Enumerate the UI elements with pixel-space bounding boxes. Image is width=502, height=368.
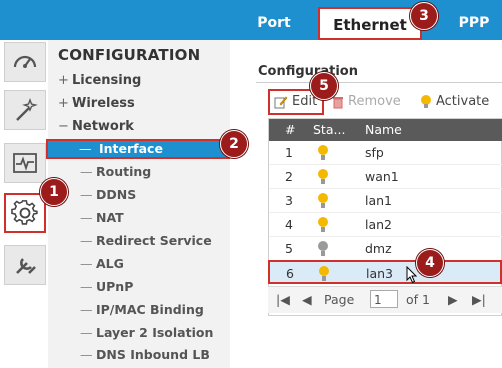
configuration-icon <box>11 200 38 225</box>
table-row-selected[interactable]: 6 lan3 <box>268 260 502 284</box>
row-number: 2 <box>285 169 293 184</box>
maintenance-button[interactable] <box>4 245 46 285</box>
tab-ppp[interactable]: PPP <box>446 0 502 40</box>
remove-label: Remove <box>348 94 401 109</box>
callout-badge: 1 <box>40 178 68 206</box>
section-divider <box>256 82 502 83</box>
remove-button[interactable]: Remove <box>332 90 401 114</box>
next-page-icon[interactable]: ▶ <box>448 292 458 307</box>
column-header-status[interactable]: Sta... <box>313 122 345 137</box>
callout-badge: 2 <box>220 130 248 158</box>
row-number: 5 <box>285 241 293 256</box>
table-row[interactable]: 3 lan1 <box>269 189 502 213</box>
nav-title: CONFIGURATION <box>58 46 201 64</box>
nav-subitem-label: Interface <box>99 141 163 156</box>
monitor-button[interactable] <box>4 143 46 183</box>
dashboard-button[interactable] <box>4 42 46 82</box>
table-header: # Sta... Name <box>269 119 502 141</box>
nav-item-label: Network <box>72 119 134 134</box>
nav-subitem-nat[interactable]: — NAT <box>80 210 124 225</box>
status-on-icon <box>318 145 328 160</box>
nav-item-label: Licensing <box>72 73 142 88</box>
tree-dash: — <box>79 141 92 156</box>
status-on-icon <box>318 193 328 208</box>
nav-item-label: Wireless <box>72 96 135 111</box>
dashboard-icon <box>13 55 37 68</box>
table-row[interactable]: 2 wan1 <box>269 165 502 189</box>
activate-button[interactable]: Activate <box>420 90 489 114</box>
expand-icon: + <box>58 73 69 88</box>
edit-icon <box>274 96 288 109</box>
row-name: lan2 <box>365 217 393 232</box>
configuration-button[interactable] <box>4 193 46 233</box>
table-row[interactable]: 1 sfp <box>269 141 502 165</box>
nav-subitem-redirect-service[interactable]: — Redirect Service <box>80 233 212 248</box>
mouse-cursor-icon <box>406 266 418 284</box>
page-count-label: of 1 <box>406 292 430 307</box>
status-on-icon <box>318 169 328 184</box>
tab-ethernet[interactable]: Ethernet <box>318 7 422 40</box>
row-name: sfp <box>365 145 384 160</box>
status-on-icon <box>318 217 328 232</box>
table-pager: |◀ ◀ Page 1 of 1 ▶ ▶| <box>268 286 502 313</box>
nav-item-licensing[interactable]: + Licensing <box>58 73 141 88</box>
monitor-icon <box>13 153 37 173</box>
column-header-num[interactable]: # <box>285 122 295 137</box>
expand-icon: + <box>58 96 69 111</box>
prev-page-icon[interactable]: ◀ <box>302 292 312 307</box>
nav-subitem-interface[interactable]: — Interface <box>46 139 236 159</box>
row-name: wan1 <box>365 169 399 184</box>
nav-subitem-alg[interactable]: — ALG <box>80 256 124 271</box>
section-title: Configuration <box>258 64 358 79</box>
nav-subitem-routing[interactable]: — Routing <box>80 164 151 179</box>
row-name: lan1 <box>365 193 393 208</box>
row-number: 6 <box>286 266 294 281</box>
lightbulb-icon <box>421 95 431 108</box>
tab-port[interactable]: Port <box>244 0 304 40</box>
wizard-button[interactable] <box>4 90 46 130</box>
status-off-icon <box>318 241 328 256</box>
page-number-input[interactable]: 1 <box>370 290 398 308</box>
nav-subitem-layer2-isolation[interactable]: — Layer 2 Isolation <box>80 325 213 340</box>
page-label: Page <box>324 292 355 307</box>
panel-divider <box>230 40 248 368</box>
nav-item-network[interactable]: − Network <box>58 119 134 134</box>
row-name: dmz <box>365 241 392 256</box>
activate-label: Activate <box>436 94 490 109</box>
column-header-name[interactable]: Name <box>365 122 402 137</box>
callout-badge: 4 <box>416 249 444 277</box>
callout-badge: 5 <box>310 72 338 100</box>
row-number: 3 <box>285 193 293 208</box>
first-page-icon[interactable]: |◀ <box>276 292 290 307</box>
row-name: lan3 <box>366 266 394 281</box>
row-number: 4 <box>285 217 293 232</box>
table-row[interactable]: 4 lan2 <box>269 213 502 237</box>
wizard-icon <box>16 98 38 121</box>
collapse-icon: − <box>58 119 69 134</box>
status-on-icon <box>319 266 329 281</box>
nav-subitem-dns-inbound-lb[interactable]: — DNS Inbound LB <box>80 347 210 362</box>
callout-badge: 3 <box>410 2 438 30</box>
navigation-panel <box>48 40 230 368</box>
nav-subitem-ddns[interactable]: — DDNS <box>80 187 136 202</box>
maintenance-icon <box>16 258 36 274</box>
nav-item-wireless[interactable]: + Wireless <box>58 96 135 111</box>
table-row[interactable]: 5 dmz <box>269 237 502 261</box>
row-number: 1 <box>285 145 293 160</box>
trash-icon <box>333 97 343 109</box>
last-page-icon[interactable]: ▶| <box>472 292 486 307</box>
nav-subitem-upnp[interactable]: — UPnP <box>80 279 133 294</box>
nav-subitem-ip-mac-binding[interactable]: — IP/MAC Binding <box>80 302 204 317</box>
